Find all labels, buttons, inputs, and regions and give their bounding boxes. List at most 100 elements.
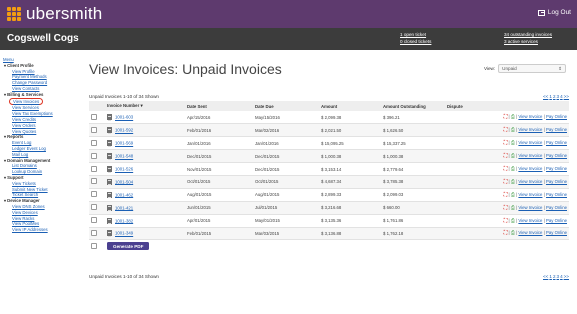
view-invoice-link[interactable]: View Invoice [518, 153, 542, 158]
view-invoice-link[interactable]: View Invoice [518, 114, 542, 119]
row-checkbox[interactable] [91, 217, 97, 224]
invoice-number-link[interactable]: 1001-569 [115, 141, 133, 146]
view-filter-select[interactable]: Unpaid ⇕ [498, 64, 567, 73]
invoice-document-icon[interactable] [107, 140, 112, 147]
brand-logo[interactable]: ubersmith [7, 5, 102, 22]
print-icon[interactable]: ⎙ [511, 205, 515, 211]
pagination-bottom-prev-link[interactable]: << [543, 274, 548, 279]
invoice-number-link[interactable]: 1001-349 [115, 231, 133, 236]
pagination-top-page-1-link[interactable]: 1 [549, 94, 552, 99]
pdf-icon[interactable]: ⛶ [504, 192, 508, 198]
row-checkbox[interactable] [91, 204, 97, 211]
pay-online-link[interactable]: Pay Online [546, 218, 567, 223]
view-invoice-link[interactable]: View Invoice [518, 140, 542, 145]
pagination-bottom-page-4-link[interactable]: 4 [560, 274, 563, 279]
invoice-document-icon[interactable] [107, 230, 112, 237]
print-icon[interactable]: ⎙ [511, 179, 515, 185]
invoice-document-icon[interactable] [107, 153, 112, 160]
pdf-icon[interactable]: ⛶ [504, 218, 508, 224]
invoice-number-link[interactable]: 1001-504 [115, 179, 133, 184]
logout-button[interactable]: Log Out [537, 9, 571, 16]
pay-online-link[interactable]: Pay Online [546, 179, 567, 184]
closed-tickets-link[interactable]: 0 closed tickets [400, 39, 431, 46]
row-checkbox[interactable] [91, 152, 97, 159]
print-icon[interactable]: ⎙ [511, 114, 515, 120]
column-header-dispute[interactable]: Dispute [445, 101, 479, 111]
column-header-invoice-number[interactable]: Invoice Number ▾ [105, 101, 185, 111]
invoice-document-icon[interactable] [107, 191, 112, 199]
invoice-document-icon[interactable] [107, 127, 112, 134]
column-header-date-sent[interactable]: Date Sent [185, 101, 253, 111]
invoice-number-link[interactable]: 1001-603 [115, 115, 133, 120]
view-invoice-link[interactable]: View Invoice [518, 179, 542, 184]
pdf-icon[interactable]: ⛶ [504, 179, 508, 185]
pay-online-link[interactable]: Pay Online [546, 153, 567, 158]
sidebar-item-view-ip-addresses[interactable]: View IP Addresses [3, 227, 75, 233]
pagination-top-prev-link[interactable]: << [543, 94, 548, 99]
row-checkbox[interactable] [91, 139, 97, 146]
print-icon[interactable]: ⎙ [511, 218, 515, 224]
view-invoice-link[interactable]: View Invoice [518, 218, 542, 223]
pay-online-link[interactable]: Pay Online [546, 166, 567, 171]
pdf-icon[interactable]: ⛶ [504, 205, 508, 211]
invoice-number-link[interactable]: 1001-548 [115, 154, 133, 159]
pagination-bottom-page-3-link[interactable]: 3 [557, 274, 560, 279]
print-icon[interactable]: ⎙ [511, 153, 515, 159]
view-invoice-link[interactable]: View Invoice [518, 127, 542, 132]
row-checkbox[interactable] [91, 113, 97, 120]
invoice-number-link[interactable]: 1001-526 [115, 167, 133, 172]
pdf-icon[interactable]: ⛶ [504, 114, 508, 120]
pagination-bottom-page-1-link[interactable]: 1 [549, 274, 552, 279]
pay-online-link[interactable]: Pay Online [546, 127, 567, 132]
select-arrows-icon: ⇕ [558, 65, 563, 71]
view-invoice-link[interactable]: View Invoice [518, 205, 542, 210]
print-icon[interactable]: ⎙ [511, 127, 515, 133]
print-icon[interactable]: ⎙ [511, 230, 515, 236]
pdf-icon[interactable]: ⛶ [504, 153, 508, 159]
pay-online-link[interactable]: Pay Online [546, 205, 567, 210]
row-checkbox[interactable] [91, 165, 97, 172]
view-invoice-link[interactable]: View Invoice [518, 230, 542, 235]
select-all-checkbox[interactable] [91, 242, 97, 249]
column-header-amount-outstanding[interactable]: Amount Outstanding [381, 101, 445, 111]
view-invoice-link[interactable]: View Invoice [518, 166, 542, 171]
pagination-bottom-next-link[interactable]: >> [564, 274, 569, 279]
invoice-number-link[interactable]: 1001-382 [115, 218, 133, 223]
pagination-top-next-link[interactable]: >> [564, 94, 569, 99]
invoice-document-icon[interactable] [107, 166, 112, 173]
pagination-top-page-2-link[interactable]: 2 [553, 94, 556, 99]
row-checkbox[interactable] [91, 191, 97, 198]
pdf-icon[interactable]: ⛶ [504, 140, 508, 146]
print-icon[interactable]: ⎙ [511, 140, 515, 146]
pay-online-link[interactable]: Pay Online [546, 192, 567, 197]
invoice-document-icon[interactable] [107, 217, 112, 225]
pagination-bottom-page-2-link[interactable]: 2 [553, 274, 556, 279]
pagination-top-page-3-link[interactable]: 3 [557, 94, 560, 99]
invoice-number-link[interactable]: 1001-421 [115, 205, 133, 210]
generate-pdf-button[interactable]: Generate PDF [107, 242, 150, 251]
column-header-date-due[interactable]: Date Due [253, 101, 319, 111]
invoice-document-icon[interactable] [107, 114, 112, 121]
row-checkbox[interactable] [91, 126, 97, 133]
pdf-icon[interactable]: ⛶ [504, 166, 508, 172]
row-checkbox[interactable] [91, 229, 97, 236]
outstanding-invoices-link[interactable]: 34 outstanding invoices [504, 32, 552, 39]
pdf-icon[interactable]: ⛶ [504, 127, 508, 133]
pdf-icon[interactable]: ⛶ [504, 230, 508, 236]
view-invoice-link[interactable]: View Invoice [518, 192, 542, 197]
active-services-link[interactable]: 3 active services [504, 39, 552, 46]
invoice-document-icon[interactable] [107, 204, 112, 212]
pay-online-link[interactable]: Pay Online [546, 230, 567, 235]
row-checkbox[interactable] [91, 178, 97, 185]
pay-online-link[interactable]: Pay Online [546, 114, 567, 119]
sidebar-item-view-invoices[interactable]: View Invoices [9, 97, 44, 106]
column-header-amount[interactable]: Amount [319, 101, 381, 111]
print-icon[interactable]: ⎙ [511, 166, 515, 172]
pagination-top-page-4-link[interactable]: 4 [560, 94, 563, 99]
invoice-number-link[interactable]: 1001-462 [115, 192, 133, 197]
invoice-document-icon[interactable] [107, 178, 112, 186]
invoice-number-link[interactable]: 1001-592 [115, 128, 133, 133]
sidebar-section-billing-and-services[interactable]: Billing & Services [3, 92, 75, 98]
print-icon[interactable]: ⎙ [511, 192, 515, 198]
pay-online-link[interactable]: Pay Online [546, 140, 567, 145]
